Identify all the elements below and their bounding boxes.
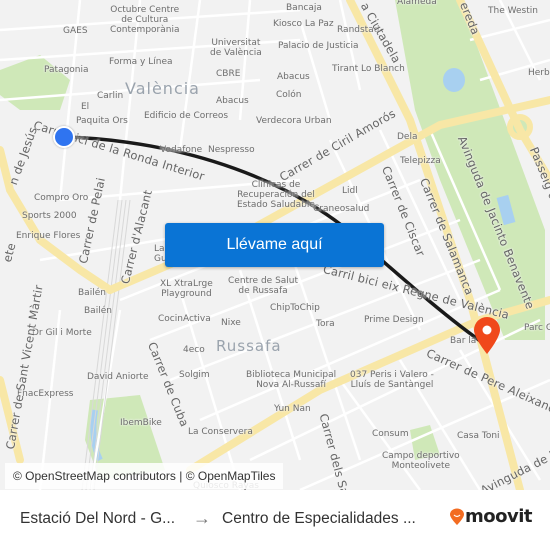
- poi-label[interactable]: Palacio de Justicia: [278, 41, 359, 51]
- poi-label[interactable]: Bailén: [78, 288, 106, 298]
- poi-label[interactable]: David Aniorte: [87, 372, 148, 382]
- poi-label[interactable]: 037 Peris i Valero - Lluís de Santàngel: [350, 370, 434, 390]
- poi-label[interactable]: XL XtraLrge Playground: [160, 279, 213, 299]
- poi-label[interactable]: Enrique Flores: [16, 231, 80, 241]
- map-attribution[interactable]: © OpenStreetMap contributors | © OpenMap…: [5, 463, 284, 489]
- poi-label[interactable]: CBRE: [216, 69, 240, 79]
- poi-label[interactable]: Craneosalud: [313, 204, 369, 214]
- poi-label[interactable]: GAES: [63, 26, 88, 36]
- poi-label[interactable]: Herbe: [528, 68, 550, 78]
- poi-label[interactable]: ChipToChip: [270, 303, 320, 313]
- poi-label[interactable]: 4eco: [183, 345, 205, 355]
- poi-label[interactable]: IbemBike: [120, 418, 162, 428]
- poi-label[interactable]: Yun Nan: [274, 404, 311, 414]
- moovit-pin-icon: [450, 508, 464, 525]
- poi-label[interactable]: Colón: [276, 90, 302, 100]
- poi-label[interactable]: Abacus: [216, 96, 249, 106]
- destination-pin-icon[interactable]: [472, 316, 502, 356]
- origin-marker[interactable]: [53, 126, 75, 148]
- poi-label[interactable]: Alameda: [397, 0, 437, 7]
- poi-label[interactable]: Tora: [316, 319, 335, 329]
- poi-label[interactable]: Consum: [372, 429, 409, 439]
- destination-name: Centro de Especialidades ...: [222, 510, 416, 527]
- poi-label[interactable]: Tirant Lo Blanch: [332, 64, 405, 74]
- poi-label[interactable]: Vodafone: [160, 145, 202, 155]
- poi-label[interactable]: Prime Design: [364, 315, 424, 325]
- poi-label[interactable]: Edificio de Correos: [144, 111, 228, 121]
- route-footer: Estació Del Nord - G... → Centro de Espe…: [0, 490, 550, 550]
- poi-label[interactable]: Octubre Centre de Cultura Contemporània: [110, 5, 179, 35]
- poi-label[interactable]: Dela: [397, 132, 417, 142]
- district-label-russafa: Russafa: [216, 337, 282, 355]
- poi-label[interactable]: Solgim: [179, 370, 210, 380]
- poi-label[interactable]: Centre de Salut de Russafa: [228, 276, 298, 296]
- poi-label[interactable]: Nixe: [221, 318, 241, 328]
- poi-label[interactable]: Casa Toni: [457, 431, 500, 441]
- poi-label[interactable]: Bancaja: [286, 3, 322, 13]
- poi-label[interactable]: Sports 2000: [22, 211, 77, 221]
- poi-label[interactable]: Biblioteca Municipal Nova Al-Russafí: [246, 370, 336, 390]
- poi-label[interactable]: Clínicas de Recuperación del Estado Saluda…: [237, 180, 315, 210]
- take-me-there-button[interactable]: Llévame aquí: [165, 223, 384, 267]
- poi-label[interactable]: Nespresso: [208, 145, 255, 155]
- poi-label[interactable]: La Conservera: [188, 427, 253, 437]
- origin-stop-name: Estació Del Nord - G...: [20, 510, 176, 527]
- poi-label[interactable]: Carlin: [97, 91, 123, 101]
- poi-label[interactable]: Dr Gil i Morte: [32, 328, 92, 338]
- poi-label[interactable]: Abacus: [277, 72, 310, 82]
- park-area: [0, 55, 70, 110]
- poi-label[interactable]: CocinActiva: [158, 314, 211, 324]
- poi-label[interactable]: Universitat de València: [210, 38, 262, 58]
- poi-label[interactable]: Campo deportivo Monteolivete: [382, 451, 460, 471]
- moovit-logo[interactable]: moovit: [449, 506, 533, 527]
- poi-label[interactable]: Kiosco La Paz: [273, 19, 334, 29]
- poi-label[interactable]: Lidl: [342, 186, 358, 196]
- poi-label[interactable]: The Westin: [488, 6, 538, 16]
- poi-label[interactable]: El: [81, 102, 89, 112]
- poi-label[interactable]: Bailén: [84, 306, 112, 316]
- district-label-valencia: València: [125, 79, 200, 98]
- poi-label[interactable]: Forma y Línea: [109, 57, 173, 67]
- moovit-wordmark: moovit: [465, 506, 533, 527]
- poi-label[interactable]: Compro Oro: [34, 193, 88, 203]
- poi-label[interactable]: Verdecora Urban: [256, 116, 332, 126]
- pond: [443, 68, 465, 92]
- map-view[interactable]: València Russafa Octubre Centre de Cultur…: [0, 0, 550, 490]
- poi-label[interactable]: Patagonia: [44, 65, 89, 75]
- poi-label[interactable]: Parc G: [524, 323, 550, 333]
- poi-label[interactable]: Paquita Ors: [76, 116, 128, 126]
- poi-label[interactable]: Telepizza: [400, 156, 441, 166]
- arrow-right-icon: →: [193, 508, 211, 528]
- attribution-text[interactable]: © OpenStreetMap contributors | © OpenMap…: [13, 469, 275, 483]
